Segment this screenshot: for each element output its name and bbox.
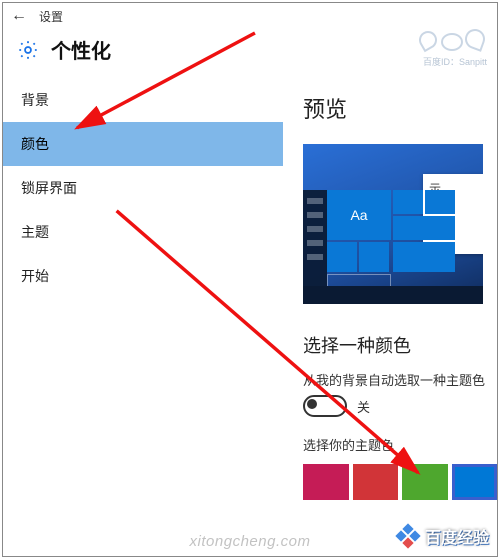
sidebar-item-label: 背景	[21, 90, 49, 110]
page-header: 个性化	[3, 29, 497, 78]
settings-window: ← 设置 个性化 背景 颜色 锁屏界面 主题 开始	[2, 2, 498, 557]
accent-swatches	[303, 464, 497, 500]
titlebar: ← 设置	[3, 3, 497, 29]
sidebar: 背景 颜色 锁屏界面 主题 开始	[3, 78, 283, 541]
accent-swatch[interactable]	[452, 464, 498, 500]
sidebar-item-lockscreen[interactable]: 锁屏界面	[3, 166, 283, 210]
preview-start-menu: Aa	[327, 190, 467, 286]
sidebar-item-start[interactable]: 开始	[3, 254, 283, 298]
sidebar-item-background[interactable]: 背景	[3, 78, 283, 122]
sidebar-item-label: 开始	[21, 266, 49, 286]
accent-swatch[interactable]	[303, 464, 349, 500]
preview-taskbar	[303, 286, 483, 304]
sidebar-item-themes[interactable]: 主题	[3, 210, 283, 254]
preview-thumbnail: Aa	[303, 144, 483, 304]
choose-accent-label: 选择你的主题色	[303, 435, 497, 454]
gear-icon	[17, 39, 39, 61]
auto-pick-label: 从我的背景自动选取一种主题色	[303, 370, 497, 389]
toggle-state-label: 关	[357, 397, 370, 416]
sidebar-item-label: 主题	[21, 222, 49, 242]
window-title: 设置	[39, 8, 63, 25]
preview-heading: 预览	[303, 92, 497, 124]
accent-swatch[interactable]	[402, 464, 448, 500]
auto-pick-toggle[interactable]	[303, 395, 347, 417]
sidebar-item-label: 颜色	[21, 134, 49, 154]
content-pane: 预览 Aa 选择一种颜色	[283, 78, 497, 541]
preview-tile-aa: Aa	[327, 190, 391, 240]
back-button[interactable]: ←	[9, 7, 29, 25]
sidebar-item-colors[interactable]: 颜色	[3, 122, 283, 166]
sidebar-item-label: 锁屏界面	[21, 178, 77, 198]
choose-color-heading: 选择一种颜色	[303, 332, 497, 358]
page-title: 个性化	[51, 35, 111, 64]
accent-swatch[interactable]	[353, 464, 399, 500]
